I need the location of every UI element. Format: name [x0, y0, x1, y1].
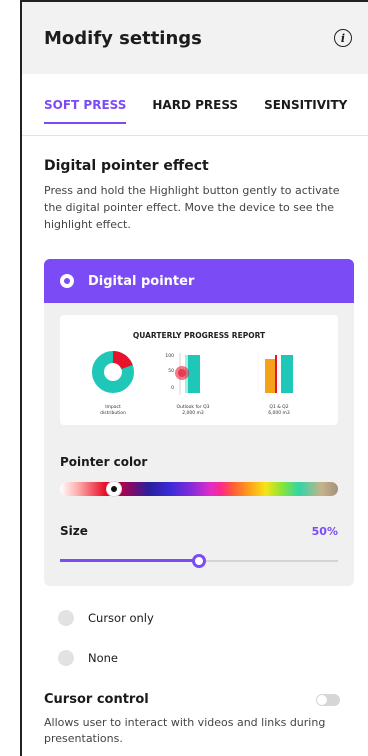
- cursor-control-description: Allows user to interact with videos and …: [44, 716, 326, 745]
- pointer-color-slider[interactable]: [60, 481, 338, 497]
- pointer-color-label: Pointer color: [60, 455, 148, 469]
- size-row: Size 50%: [60, 524, 338, 538]
- tab-hard-press[interactable]: HARD PRESS: [152, 92, 238, 118]
- q1-bar-edge: [275, 355, 277, 393]
- donut-chart: [92, 351, 134, 393]
- report-preview: QUARTERLY PROGRESS REPORT 100 50 0 Impac…: [60, 315, 338, 425]
- tab-sensitivity[interactable]: SENSITIVITY: [264, 92, 347, 118]
- section-description: Press and hold the Highlight button gent…: [44, 184, 340, 231]
- cursor-only-option[interactable]: Cursor only: [22, 598, 368, 638]
- digital-pointer-option[interactable]: Digital pointer: [44, 259, 354, 303]
- digital-pointer-section: Digital pointer effect Press and hold th…: [22, 136, 368, 233]
- size-value: 50%: [311, 524, 338, 538]
- outlook-chart: 100 50 0: [165, 353, 200, 395]
- info-icon[interactable]: i: [334, 29, 352, 47]
- cursor-control-toggle[interactable]: [316, 693, 340, 706]
- header: Modify settings i: [22, 2, 368, 74]
- size-slider[interactable]: [60, 554, 338, 568]
- caption-impact: Impact distribution: [100, 405, 126, 416]
- outlook-bar: [188, 355, 200, 393]
- none-label: None: [88, 651, 119, 665]
- cursor-control-section: Cursor control Allows user to interact w…: [22, 678, 368, 747]
- page-title: Modify settings: [44, 27, 202, 49]
- caption-outlook: Outlook for Q3 2,000 m3: [176, 405, 210, 416]
- tick-0: 0: [171, 385, 174, 391]
- none-option[interactable]: None: [22, 638, 368, 678]
- pointer-color-thumb[interactable]: [106, 481, 122, 497]
- section-title: Digital pointer effect: [44, 158, 209, 174]
- donut-segment-red: [112, 351, 133, 370]
- tab-soft-press[interactable]: SOFT PRESS: [44, 92, 127, 124]
- radio-selected-icon[interactable]: [60, 274, 74, 288]
- tick-50: 50: [168, 368, 174, 374]
- cursor-only-label: Cursor only: [88, 611, 154, 625]
- radio-unselected-icon[interactable]: [58, 650, 74, 666]
- size-slider-fill: [60, 559, 199, 562]
- tab-bar: SOFT PRESS HARD PRESS SENSITIVITY: [22, 74, 368, 136]
- digital-pointer-label: Digital pointer: [88, 273, 195, 289]
- q1-q2-chart: [257, 353, 293, 395]
- settings-panel: Modify settings i SOFT PRESS HARD PRESS …: [20, 0, 368, 756]
- digital-pointer-card: Digital pointer QUARTERLY PROGRESS REPOR…: [44, 259, 354, 586]
- size-label: Size: [60, 524, 88, 538]
- cursor-control-title: Cursor control: [44, 692, 149, 707]
- caption-q1-q2: Q1 & Q2 6,000 m3: [268, 405, 290, 416]
- radio-unselected-icon[interactable]: [58, 610, 74, 626]
- q2-bar: [281, 355, 293, 393]
- size-slider-thumb[interactable]: [192, 554, 206, 568]
- q1-bar: [265, 359, 275, 393]
- tick-100: 100: [165, 353, 174, 359]
